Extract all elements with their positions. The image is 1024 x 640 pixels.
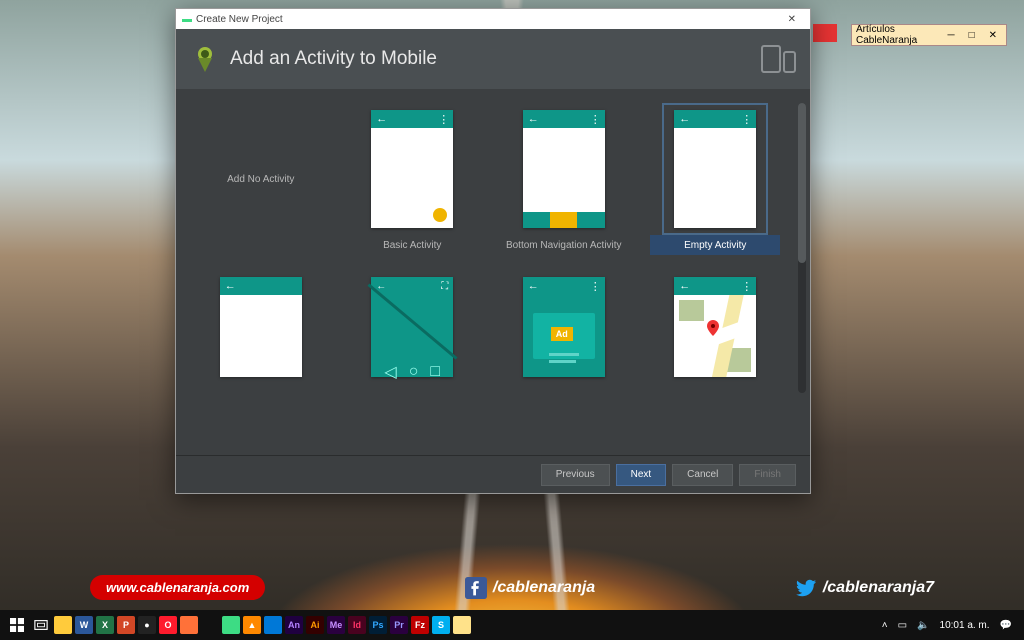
create-project-dialog: ▬ Create New Project ✕ Add an Activity t… [175, 8, 811, 494]
minimize-icon[interactable]: ─ [942, 30, 959, 41]
dialog-title: Add an Activity to Mobile [230, 48, 437, 70]
template-label [196, 393, 326, 413]
template-label [499, 393, 629, 413]
taskbar-app-indesign[interactable]: Id [348, 616, 366, 634]
template-gallery: Add No Activity ←⋮ Basic Activity ←⋮ Bot… [176, 89, 810, 455]
template-label [650, 393, 780, 413]
template-label: Empty Activity [650, 235, 780, 255]
scrollbar[interactable] [798, 103, 806, 393]
dialog-window-title: Create New Project [196, 14, 283, 25]
taskbar-app-vscode[interactable] [264, 616, 282, 634]
taskbar-app-filezilla[interactable]: Fz [411, 616, 429, 634]
facebook-link[interactable]: /cablenaranja [465, 577, 595, 599]
site-link[interactable]: www.cablenaranja.com [90, 575, 265, 600]
dialog-header: Add an Activity to Mobile [176, 29, 810, 89]
notifications-icon[interactable]: 💬 [1000, 620, 1012, 631]
taskbar-app-media-encoder[interactable]: Me [327, 616, 345, 634]
taskbar-app-powerpoint[interactable]: P [117, 616, 135, 634]
windows-taskbar[interactable]: WXP●O ▲ AnAiMeIdPsPrFzS ˄ ▭ 🔈 10:01 a. m. … [0, 610, 1024, 640]
facebook-icon [465, 577, 487, 599]
dialog-titlebar[interactable]: ▬ Create New Project ✕ [176, 9, 810, 29]
previous-button[interactable]: Previous [541, 464, 610, 486]
taskbar-app-firefox[interactable] [180, 616, 198, 634]
finish-button[interactable]: Finish [739, 464, 796, 486]
battery-icon[interactable]: ▭ [898, 620, 907, 631]
template-bottom-navigation[interactable]: ←⋮ Bottom Navigation Activity [493, 103, 635, 255]
android-icon: ▬ [182, 14, 192, 25]
volume-icon[interactable]: 🔈 [917, 620, 929, 631]
taskbar-app-illustrator[interactable]: Ai [306, 616, 324, 634]
template-label [347, 393, 477, 413]
twitter-icon [795, 577, 817, 599]
task-view-icon[interactable] [31, 615, 51, 635]
background-window-tab[interactable] [813, 24, 837, 42]
system-tray[interactable]: ˄ ▭ 🔈 10:01 a. m. 💬 [882, 620, 1018, 631]
template-admob[interactable]: ←⋮Ad [493, 261, 635, 413]
taskbar-app-premiere[interactable]: Pr [390, 616, 408, 634]
taskbar-app-skype[interactable]: S [432, 616, 450, 634]
tray-chevron-icon[interactable]: ˄ [882, 620, 888, 631]
start-button[interactable] [6, 615, 28, 635]
template-fullscreen[interactable]: ←⛶◁○□ [342, 261, 484, 413]
template-add-no-activity[interactable]: Add No Activity [190, 103, 332, 255]
taskbar-app-word[interactable]: W [75, 616, 93, 634]
notes-window[interactable]: Artículos CableNaranja ─ □ ✕ [851, 24, 1007, 46]
devices-icon [761, 45, 796, 73]
dialog-close-icon[interactable]: ✕ [780, 12, 804, 27]
template-label: Bottom Navigation Activity [499, 235, 629, 255]
taskbar-app-photoshop[interactable]: Ps [369, 616, 387, 634]
taskbar-app-chrome[interactable] [201, 616, 219, 634]
twitter-link[interactable]: /cablenaranja7 [795, 577, 934, 599]
dialog-footer: Previous Next Cancel Finish [176, 455, 810, 493]
next-button[interactable]: Next [616, 464, 667, 486]
taskbar-app-vlc[interactable]: ▲ [243, 616, 261, 634]
template-maps[interactable]: ←⋮ [645, 261, 787, 413]
cancel-button[interactable]: Cancel [672, 464, 733, 486]
close-icon[interactable]: ✕ [984, 30, 1002, 41]
taskbar-app-notes[interactable] [453, 616, 471, 634]
taskbar-app-excel[interactable]: X [96, 616, 114, 634]
template-label: Basic Activity [347, 235, 477, 255]
taskbar-app-android-studio[interactable] [222, 616, 240, 634]
clock[interactable]: 10:01 a. m. [940, 620, 990, 631]
notes-title: Artículos CableNaranja [856, 24, 934, 46]
template-item[interactable]: ← [190, 261, 332, 413]
taskbar-app-explorer[interactable] [54, 616, 72, 634]
taskbar-app-animate[interactable]: An [285, 616, 303, 634]
android-studio-logo-icon [190, 44, 220, 74]
maximize-icon[interactable]: □ [964, 30, 980, 41]
template-basic-activity[interactable]: ←⋮ Basic Activity [342, 103, 484, 255]
template-empty-activity[interactable]: ←⋮ Empty Activity [645, 103, 787, 255]
wallpaper-footer: www.cablenaranja.com /cablenaranja /cabl… [0, 575, 1024, 600]
taskbar-app-obs[interactable]: ● [138, 616, 156, 634]
taskbar-app-opera[interactable]: O [159, 616, 177, 634]
template-label: Add No Activity [227, 174, 294, 185]
